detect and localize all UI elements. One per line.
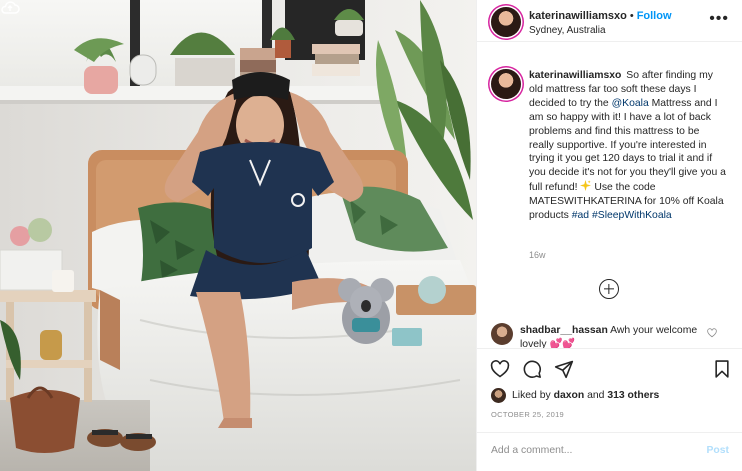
caption-time: 16w	[529, 250, 546, 260]
separator-dot: •	[629, 10, 634, 22]
likes-count-others[interactable]: 313 others	[607, 390, 659, 401]
caption-author-avatar[interactable]	[491, 69, 521, 99]
post-caption: katerinawilliamsxo So after finding my o…	[529, 69, 727, 223]
liker-avatar	[491, 387, 506, 403]
more-horizontal-icon[interactable]: •••	[709, 11, 729, 27]
caption-username[interactable]: katerinawilliamsxo	[529, 70, 621, 81]
commenter-avatar[interactable]	[491, 323, 513, 345]
comment-icon[interactable]	[522, 359, 542, 379]
post-side-panel: katerinawilliamsxo • Follow Sydney, Austra…	[476, 0, 742, 471]
post-photo[interactable]	[0, 0, 476, 471]
comment-text-block: shadbar__hassan Awh your welcome lovely …	[520, 324, 700, 348]
paper-plane-icon[interactable]	[554, 359, 574, 379]
hashtag-ad-link[interactable]: #ad	[572, 210, 589, 221]
commenter-username[interactable]: shadbar__hassan	[520, 325, 608, 336]
follow-button[interactable]: Follow	[637, 10, 672, 22]
likes-and: and	[587, 389, 605, 401]
author-line: katerinawilliamsxo • Follow	[529, 10, 672, 22]
author-avatar[interactable]	[491, 7, 521, 37]
post-image	[0, 0, 476, 471]
comment-like-heart-icon[interactable]	[707, 328, 717, 338]
comments-area: katerinawilliamsxo So after finding my o…	[477, 42, 742, 332]
cloud-icon	[1, 1, 20, 14]
add-comment-input[interactable]: Add a comment...	[491, 445, 691, 456]
caption-text-continued: Mattress and I am so happy with it! I ha…	[529, 97, 726, 194]
likes-prefix: Liked by	[512, 389, 551, 401]
likes-summary[interactable]: Liked by daxon and 313 others	[491, 387, 659, 403]
post-header: katerinawilliamsxo • Follow Sydney, Austra…	[477, 0, 742, 42]
heart-icon[interactable]	[490, 359, 510, 379]
load-more-comments-button[interactable]	[599, 279, 619, 299]
post-date[interactable]: OCTOBER 25, 2019	[491, 410, 564, 419]
koala-mention-link[interactable]: @Koala	[612, 98, 649, 109]
bookmark-icon[interactable]	[712, 359, 732, 379]
sparkles-icon	[580, 180, 592, 192]
post-actions: Liked by daxon and 313 others OCTOBER 25…	[477, 348, 742, 428]
comment-item: shadbar__hassan Awh your welcome lovely …	[477, 318, 742, 348]
add-comment-bar: Add a comment... Post	[477, 432, 742, 471]
hashtag-sleepwithkoala-link[interactable]: #SleepWithKoala	[592, 210, 672, 221]
post-location[interactable]: Sydney, Australia	[529, 25, 606, 36]
post-comment-button[interactable]: Post	[706, 445, 729, 456]
author-username[interactable]: katerinawilliamsxo	[529, 10, 627, 22]
liker-username[interactable]: daxon	[554, 390, 585, 401]
